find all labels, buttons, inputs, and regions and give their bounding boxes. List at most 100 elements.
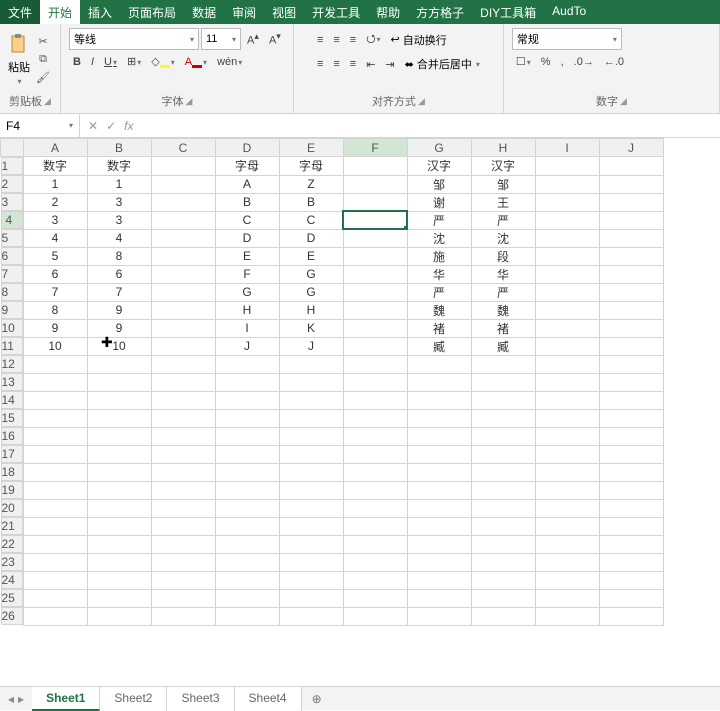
cell[interactable] — [215, 571, 279, 589]
cell[interactable] — [471, 589, 535, 607]
align-dialog-icon[interactable]: ◢ — [418, 96, 425, 107]
row-header[interactable]: 1 — [1, 157, 23, 175]
cell[interactable] — [343, 463, 407, 481]
cell[interactable] — [279, 463, 343, 481]
cell[interactable] — [471, 517, 535, 535]
cell[interactable]: 褚 — [407, 319, 471, 337]
cell[interactable] — [407, 427, 471, 445]
cell[interactable] — [343, 499, 407, 517]
col-header-C[interactable]: C — [151, 139, 215, 157]
cell[interactable] — [279, 571, 343, 589]
decrease-decimal-button[interactable]: ←.0 — [600, 54, 628, 70]
cell[interactable] — [599, 283, 663, 301]
cell[interactable] — [535, 409, 599, 427]
cell[interactable] — [151, 553, 215, 571]
cell[interactable] — [471, 607, 535, 625]
cell[interactable] — [471, 535, 535, 553]
enter-formula-icon[interactable]: ✓ — [106, 119, 116, 133]
cell[interactable] — [471, 481, 535, 499]
align-bottom-button[interactable]: ≡ — [346, 32, 360, 48]
sheet-tab[interactable]: Sheet4 — [235, 687, 302, 711]
font-dialog-icon[interactable]: ◢ — [185, 96, 192, 107]
cell[interactable] — [535, 211, 599, 229]
cell[interactable]: J — [279, 337, 343, 355]
cell[interactable] — [343, 265, 407, 283]
cell[interactable]: 9 — [87, 301, 151, 319]
cell[interactable] — [23, 589, 87, 607]
cell[interactable] — [343, 409, 407, 427]
cell[interactable] — [599, 157, 663, 176]
cell[interactable] — [535, 283, 599, 301]
cell[interactable]: 8 — [23, 301, 87, 319]
cell[interactable] — [471, 463, 535, 481]
row-header[interactable]: 9 — [1, 301, 23, 319]
indent-increase-button[interactable]: ⇥ — [381, 56, 398, 73]
cell[interactable] — [535, 589, 599, 607]
cell[interactable]: 邹 — [471, 175, 535, 193]
cell[interactable] — [407, 571, 471, 589]
cell[interactable] — [535, 427, 599, 445]
cell[interactable] — [535, 175, 599, 193]
cell[interactable] — [279, 391, 343, 409]
sheet-nav-next-icon[interactable]: ▸ — [18, 692, 24, 706]
cell[interactable] — [599, 211, 663, 229]
cell[interactable] — [599, 535, 663, 553]
cell[interactable] — [87, 553, 151, 571]
cell[interactable]: 9 — [87, 319, 151, 337]
cell[interactable] — [343, 535, 407, 553]
cell[interactable]: 7 — [87, 283, 151, 301]
cell[interactable]: 严 — [471, 211, 535, 229]
cell[interactable]: 6 — [87, 265, 151, 283]
tab-square[interactable]: 方方格子 — [408, 0, 472, 24]
cell[interactable]: 施 — [407, 247, 471, 265]
font-name-select[interactable]: 等线▾ — [69, 28, 199, 50]
cell[interactable] — [151, 499, 215, 517]
cell[interactable] — [151, 589, 215, 607]
tab-layout[interactable]: 页面布局 — [120, 0, 184, 24]
cell[interactable] — [151, 481, 215, 499]
cell[interactable]: 6 — [23, 265, 87, 283]
cell[interactable]: H — [215, 301, 279, 319]
col-header-J[interactable]: J — [599, 139, 663, 157]
col-header-I[interactable]: I — [535, 139, 599, 157]
cut-button[interactable]: ✂ — [34, 34, 52, 50]
cell[interactable] — [471, 373, 535, 391]
font-color-button[interactable]: A▾ — [181, 54, 211, 70]
col-header-H[interactable]: H — [471, 139, 535, 157]
cell[interactable] — [343, 481, 407, 499]
cell[interactable]: 严 — [407, 283, 471, 301]
number-dialog-icon[interactable]: ◢ — [620, 96, 627, 107]
cell[interactable] — [599, 355, 663, 373]
cell[interactable] — [215, 535, 279, 553]
cell[interactable] — [151, 193, 215, 211]
cell[interactable] — [151, 229, 215, 247]
cell[interactable] — [215, 481, 279, 499]
cell[interactable]: B — [215, 193, 279, 211]
cell[interactable] — [407, 355, 471, 373]
cell[interactable]: 汉字 — [407, 157, 471, 176]
cell[interactable]: 褚 — [471, 319, 535, 337]
row-header[interactable]: 7 — [1, 265, 23, 283]
cell[interactable] — [87, 481, 151, 499]
cell[interactable] — [87, 607, 151, 625]
cell[interactable]: 2 — [23, 193, 87, 211]
format-painter-button[interactable]: 🖌 — [34, 70, 52, 86]
cell[interactable]: F — [215, 265, 279, 283]
cell[interactable]: D — [215, 229, 279, 247]
fill-color-button[interactable]: ◇▾ — [147, 53, 178, 70]
cell[interactable] — [87, 391, 151, 409]
cell[interactable] — [87, 499, 151, 517]
cell[interactable]: 4 — [87, 229, 151, 247]
tab-diy[interactable]: DIY工具箱 — [472, 0, 544, 24]
cell[interactable]: G — [279, 283, 343, 301]
tab-aud[interactable]: AudTo — [544, 0, 594, 24]
cell[interactable]: 9 — [23, 319, 87, 337]
cell[interactable] — [599, 553, 663, 571]
cell[interactable] — [215, 499, 279, 517]
cell[interactable] — [407, 607, 471, 625]
indent-decrease-button[interactable]: ⇤ — [362, 56, 379, 73]
cell[interactable] — [279, 517, 343, 535]
cell[interactable]: 8 — [87, 247, 151, 265]
cell[interactable] — [151, 337, 215, 355]
cell[interactable]: 臧 — [407, 337, 471, 355]
